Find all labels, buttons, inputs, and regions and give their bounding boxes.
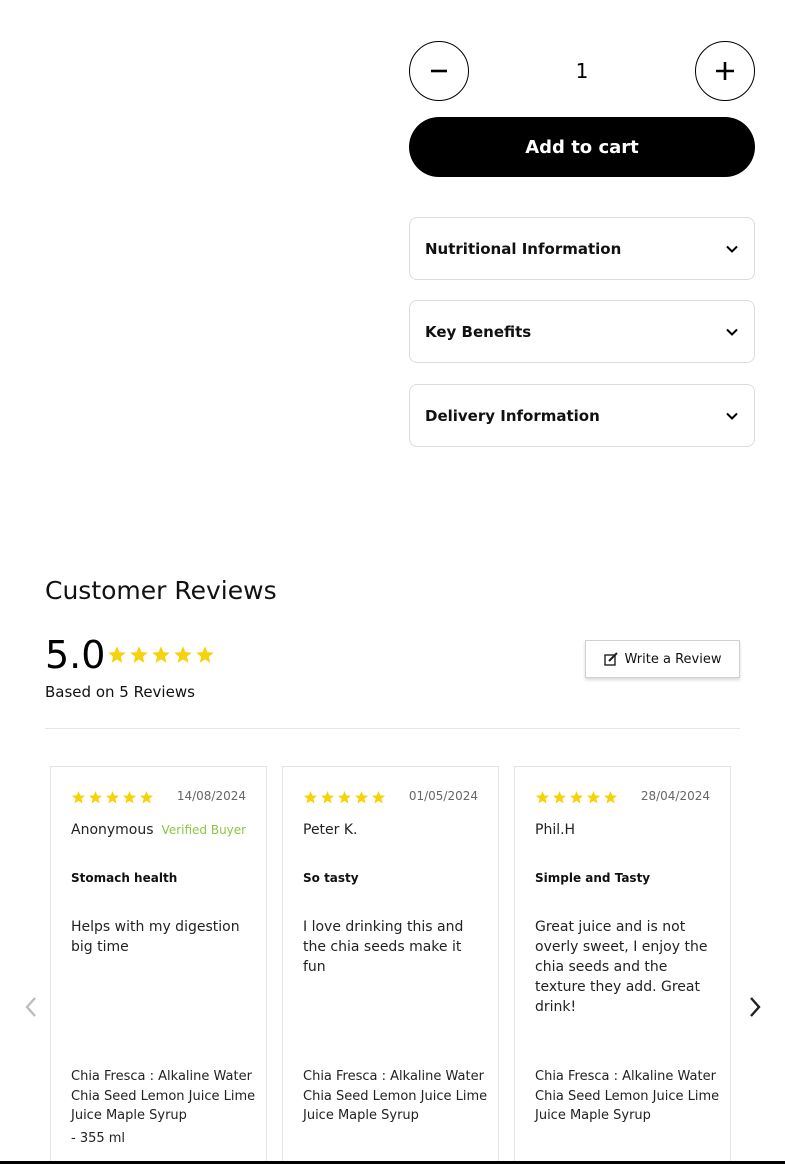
review-title: Simple and Tasty [535, 871, 651, 885]
write-review-button[interactable]: Write a Review [585, 640, 740, 678]
star-icon [130, 646, 148, 663]
star-icon [152, 646, 170, 663]
accordion-label: Delivery Information [425, 406, 600, 425]
review-stars [71, 790, 154, 805]
review-author: Anonymous Verified Buyer [71, 822, 246, 838]
review-author: Phil.H [535, 822, 575, 838]
star-icon [371, 790, 386, 804]
chevron-right-icon [750, 997, 761, 1017]
star-icon [603, 790, 618, 804]
review-date: 01/05/2024 [408, 789, 478, 803]
review-title: Stomach health [71, 871, 178, 885]
star-icon [354, 790, 369, 804]
star-icon [552, 790, 567, 804]
accordion-label: Nutritional Information [425, 239, 622, 258]
accordion-delivery-information[interactable]: Delivery Information [409, 384, 755, 447]
chevron-left-icon [25, 997, 36, 1017]
review-author-name: Anonymous [71, 822, 154, 838]
edit-icon [603, 652, 618, 666]
star-icon [174, 646, 192, 663]
divider [45, 728, 740, 729]
average-rating-stars [107, 645, 215, 665]
reviews-count: Based on 5 Reviews [45, 683, 195, 701]
review-product[interactable]: Chia Fresca : Alkaline Water Chia Seed L… [303, 1067, 488, 1126]
star-icon [337, 790, 352, 804]
verified-buyer-badge: Verified Buyer [161, 823, 247, 837]
quantity-value[interactable]: 1 [469, 57, 695, 85]
star-icon [105, 790, 120, 804]
review-card: 28/04/2024 Phil.H Simple and Tasty Great… [514, 766, 731, 1164]
carousel-prev-button[interactable] [21, 993, 41, 1021]
review-stars [303, 790, 386, 805]
accordion-nutritional-information[interactable]: Nutritional Information [409, 217, 755, 280]
review-body: Great juice and is not overly sweet, I e… [535, 919, 708, 1015]
review-author-name: Peter K. [303, 822, 358, 838]
star-icon [88, 790, 103, 804]
review-date: 28/04/2024 [640, 789, 710, 803]
increase-quantity-button[interactable] [695, 41, 755, 101]
star-icon [303, 790, 318, 804]
review-product[interactable]: Chia Fresca : Alkaline Water Chia Seed L… [71, 1067, 256, 1126]
minus-icon [431, 69, 447, 73]
carousel-next-button[interactable] [745, 993, 765, 1021]
star-icon [320, 790, 335, 804]
decrease-quantity-button[interactable] [409, 41, 469, 101]
star-icon [108, 646, 126, 663]
chevron-down-icon [726, 412, 738, 420]
review-body: Helps with my digestion big time [71, 919, 240, 955]
reviews-title: Customer Reviews [45, 576, 277, 605]
review-stars [535, 790, 618, 805]
review-author-name: Phil.H [535, 822, 576, 838]
write-review-label: Write a Review [624, 651, 722, 667]
review-card: 01/05/2024 Peter K. So tasty I love drin… [282, 766, 499, 1164]
plus-icon [716, 62, 734, 80]
add-to-cart-button[interactable]: Add to cart [409, 117, 755, 177]
review-product-variant: - 355 ml [71, 1131, 126, 1146]
chevron-down-icon [726, 328, 738, 336]
chevron-down-icon [726, 245, 738, 253]
star-icon [535, 790, 550, 804]
review-product[interactable]: Chia Fresca : Alkaline Water Chia Seed L… [535, 1067, 720, 1126]
accordion-key-benefits[interactable]: Key Benefits [409, 300, 755, 363]
accordion-label: Key Benefits [425, 322, 532, 341]
review-author: Peter K. [303, 822, 358, 838]
review-card: 14/08/2024 Anonymous Verified Buyer Stoma… [50, 766, 267, 1164]
star-icon [71, 790, 86, 804]
star-icon [139, 790, 154, 804]
star-icon [586, 790, 601, 804]
review-date: 14/08/2024 [176, 789, 246, 803]
review-body: I love drinking this and the chia seeds … [303, 919, 464, 975]
review-title: So tasty [303, 871, 359, 885]
average-rating: 5.0 [45, 633, 106, 677]
star-icon [122, 790, 137, 804]
star-icon [569, 790, 584, 804]
star-icon [196, 646, 214, 663]
